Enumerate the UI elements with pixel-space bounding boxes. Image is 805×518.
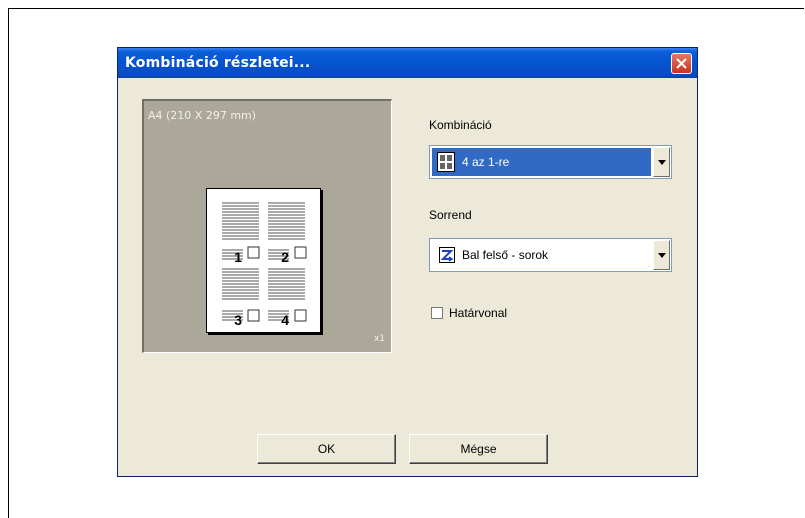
ok-button[interactable]: OK	[257, 434, 396, 464]
page-number-2: 2	[281, 249, 289, 265]
order-label: Sorrend	[429, 208, 472, 222]
order-value-text: Bal felső - sorok	[462, 248, 549, 262]
scale-label: x1	[373, 334, 385, 344]
combination-label: Kombináció	[429, 118, 492, 132]
combination-dropdown[interactable]: 4 az 1-re	[429, 145, 672, 179]
preview-page: 1 2 3 4	[206, 188, 321, 333]
border-checkbox-label[interactable]: Határvonal	[449, 306, 507, 320]
chevron-down-icon[interactable]	[653, 240, 670, 270]
combination-selected-value: 4 az 1-re	[432, 148, 651, 176]
close-icon	[676, 58, 687, 69]
z-order-icon	[439, 247, 455, 263]
border-checkbox[interactable]	[431, 307, 443, 319]
title-bar[interactable]: Kombináció részletei...	[118, 48, 697, 78]
close-button[interactable]	[671, 53, 692, 74]
dialog-title: Kombináció részletei...	[125, 55, 311, 71]
paper-size-label: A4 (210 X 297 mm)	[148, 109, 257, 122]
chevron-down-icon[interactable]	[653, 147, 670, 177]
page-preview: A4 (210 X 297 mm) x1 1 2 3 4	[142, 99, 392, 353]
order-dropdown[interactable]: Bal felső - sorok	[429, 238, 672, 272]
cancel-button[interactable]: Mégse	[409, 434, 548, 464]
page-content-illustration: 1 2 3 4	[222, 202, 307, 328]
combination-value-text: 4 az 1-re	[462, 155, 510, 169]
page-number-4: 4	[281, 312, 289, 328]
combination-details-dialog: Kombináció részletei... A4 (210 X 297 mm…	[117, 47, 698, 477]
page-number-3: 3	[234, 312, 242, 328]
four-up-layout-icon	[437, 152, 455, 172]
order-selected-value: Bal felső - sorok	[432, 241, 651, 269]
page-number-1: 1	[234, 249, 242, 265]
